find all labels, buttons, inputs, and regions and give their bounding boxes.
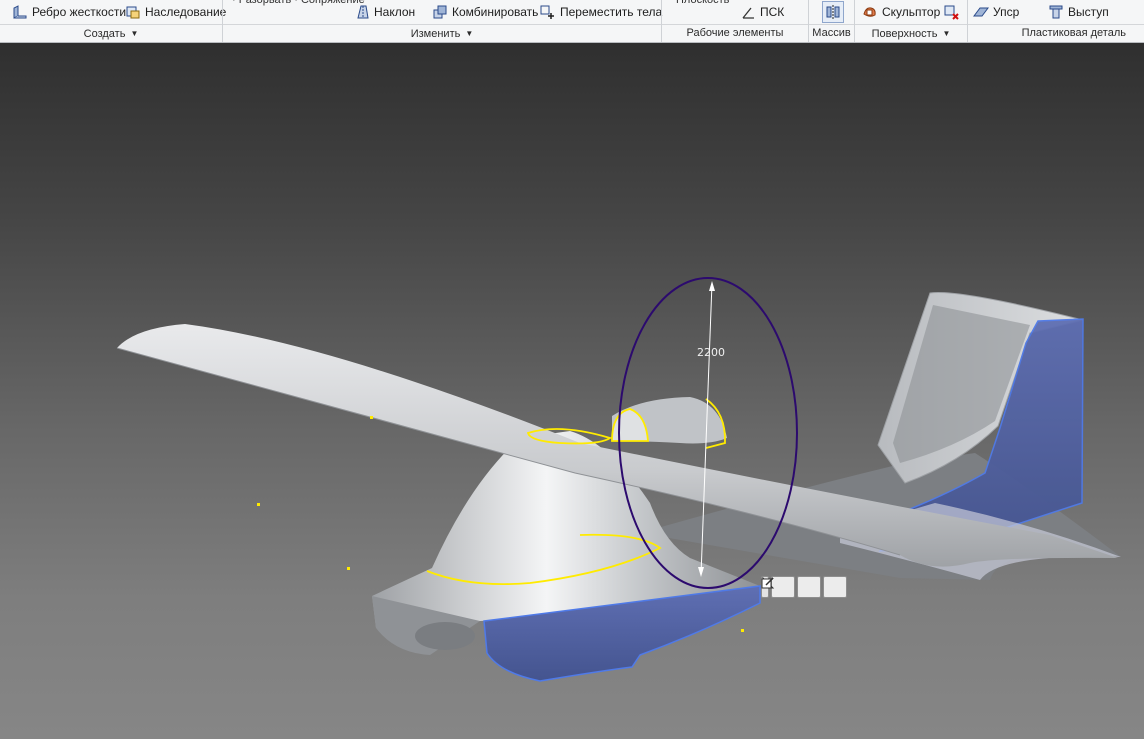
move-bodies-button[interactable]: Переместить тела (540, 2, 662, 21)
ucs-label: ПСК (760, 4, 785, 19)
chevron-down-icon: ▼ (130, 29, 139, 38)
truncated-ribbon-label-2: Плоскость (676, 0, 730, 6)
ribbon: · Разорвать · Сопряжение Плоскость Ребро… (0, 0, 1144, 43)
rib-button[interactable]: Ребро жесткости (12, 2, 126, 21)
panel-separator (967, 0, 968, 42)
combine-label: Комбинировать (452, 4, 539, 19)
mini-toolbar (761, 576, 847, 598)
panel-surface-label: Поверхность (871, 28, 938, 40)
panel-pattern-label: Массив (812, 27, 851, 39)
rule-icon (973, 7, 989, 16)
boss-button[interactable]: Выступ (1048, 2, 1109, 21)
draft-label: Наклон (374, 4, 416, 19)
delete-face-button[interactable] (943, 2, 959, 21)
panel-create-label: Создать (83, 28, 126, 40)
front-intake (415, 622, 475, 650)
chevron-down-icon: ▼ (465, 29, 474, 38)
panel-modify-label: Изменить (410, 28, 461, 40)
panel-plastic-part-title: Пластиковая деталь (968, 25, 1144, 43)
panel-surface-title[interactable]: Поверхность ▼ (855, 25, 967, 43)
graphics-viewport[interactable]: 2200 (0, 43, 1144, 739)
panel-separator (222, 0, 223, 42)
chevron-down-icon: ▼ (942, 29, 951, 38)
rib-label: Ребро жесткости (32, 4, 127, 19)
edit-feature-button[interactable] (762, 576, 821, 598)
sketch-point[interactable] (741, 629, 744, 632)
derive-label: Наследование (145, 4, 227, 19)
draft-icon (357, 5, 369, 18)
rule-button[interactable]: Упср (973, 2, 1019, 21)
rule-label: Упср (993, 4, 1020, 19)
sculpt-icon (863, 6, 876, 17)
dimension-arrow-icon (709, 281, 715, 291)
panel-modify-title[interactable]: Изменить ▼ (223, 25, 661, 43)
panel-separator (854, 0, 855, 42)
panel-work-features-label: Рабочие элементы (686, 27, 784, 39)
mirror-icon (826, 5, 840, 19)
rib-icon (13, 4, 27, 19)
move-bodies-label: Переместить тела (560, 4, 663, 19)
airplane-model[interactable] (0, 43, 1144, 739)
delete-face-icon (944, 5, 959, 20)
combine-button[interactable]: Комбинировать (432, 2, 538, 21)
edit-parameters-button[interactable] (761, 576, 847, 598)
boss-label: Выступ (1068, 4, 1109, 19)
panel-plastic-part-label: Пластиковая деталь (1021, 27, 1126, 39)
combine-icon (433, 5, 447, 18)
panel-create-title[interactable]: Создать ▼ (0, 25, 222, 43)
mirror-button[interactable] (822, 1, 844, 23)
panel-separator (808, 0, 809, 42)
edit-parameters-icon (761, 577, 774, 589)
derive-icon (126, 6, 140, 18)
sculpt-label: Скульптор (882, 4, 941, 19)
boss-icon (1049, 5, 1063, 18)
sculpt-button[interactable]: Скульптор (862, 2, 940, 21)
panel-separator (661, 0, 662, 42)
ribbon-buttons: · Разорвать · Сопряжение Плоскость Ребро… (0, 0, 1144, 23)
sketch-point[interactable] (347, 567, 350, 570)
dimension-value[interactable]: 2200 (697, 346, 725, 359)
derive-button[interactable]: Наследование (125, 2, 226, 21)
ucs-icon (742, 7, 754, 19)
draft-button[interactable]: Наклон (354, 2, 415, 21)
panel-pattern-title: Массив (809, 25, 854, 43)
ucs-button[interactable]: ПСК (740, 2, 784, 21)
truncated-ribbon-label: · Разорвать · Сопряжение (232, 0, 365, 6)
move-bodies-icon (540, 5, 554, 19)
sketch-point[interactable] (370, 416, 373, 419)
panel-work-features-title: Рабочие элементы (662, 25, 808, 43)
ribbon-panel-titles: Создать ▼ Изменить ▼ Рабочие элементы Масс… (0, 24, 1144, 43)
sketch-point[interactable] (257, 503, 260, 506)
